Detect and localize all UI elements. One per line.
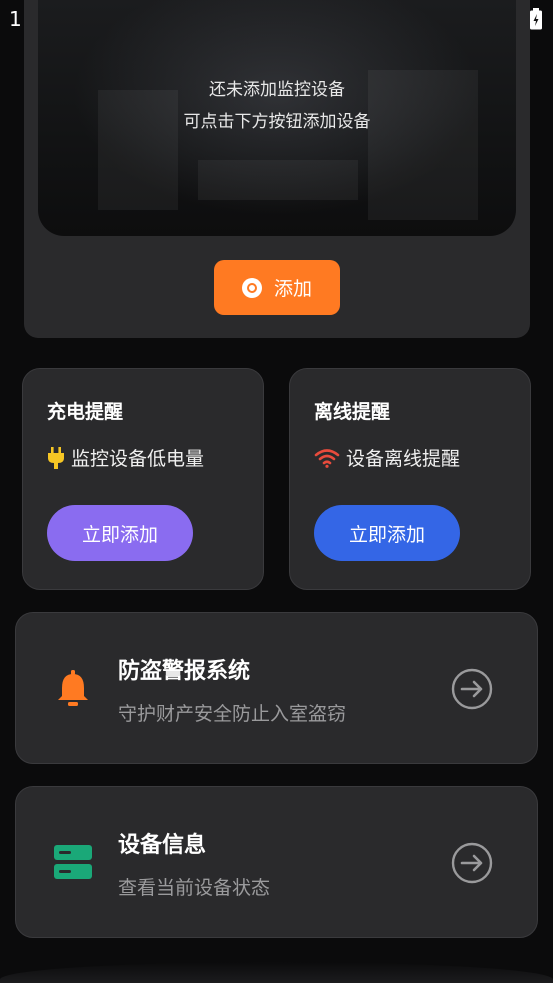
empty-message-line2: 可点击下方按钮添加设备: [183, 112, 371, 132]
feature-title: 设备信息: [118, 833, 207, 858]
offline-add-button[interactable]: 立即添加: [314, 505, 460, 561]
bell-icon: [58, 670, 88, 706]
anti-theft-alarm-row[interactable]: 防盗警报系统 守护财产安全防止入室盗窃: [15, 612, 538, 764]
bottom-nav-edge: [0, 962, 553, 983]
wifi-off-icon: [314, 448, 340, 468]
feature-title: 防盗警报系统: [118, 659, 251, 684]
reminder-title: 充电提醒: [47, 401, 124, 423]
reminder-desc-text: 设备离线提醒: [346, 448, 461, 470]
monitor-preview: 还未添加监控设备 可点击下方按钮添加设备: [38, 0, 516, 236]
add-button-label: 添加: [273, 278, 312, 300]
battery-icon: [530, 8, 542, 30]
preview-shape: [198, 160, 358, 200]
empty-message-line1: 还未添加监控设备: [209, 80, 345, 100]
add-circle-icon: [241, 277, 262, 298]
charge-add-button[interactable]: 立即添加: [47, 505, 193, 561]
server-icon: [54, 845, 92, 879]
monitor-card: 还未添加监控设备 可点击下方按钮添加设备 添加: [24, 0, 530, 338]
feature-subtitle: 守护财产安全防止入室盗窃: [118, 703, 347, 725]
offline-reminder-card: 离线提醒 设备离线提醒 立即添加: [289, 368, 531, 590]
button-label: 立即添加: [348, 523, 425, 546]
feature-subtitle: 查看当前设备状态: [118, 877, 271, 899]
device-info-row[interactable]: 设备信息 查看当前设备状态: [15, 786, 538, 938]
arrow-right-icon[interactable]: [451, 842, 493, 884]
reminder-desc-text: 监控设备低电量: [71, 448, 205, 470]
reminder-desc: 监控设备低电量: [47, 444, 204, 471]
app-screen: 1:51 还未添加监控设备 可点击下方按钮添加设备: [0, 0, 553, 983]
button-label: 立即添加: [81, 523, 158, 546]
plug-icon: [48, 446, 64, 469]
add-device-button[interactable]: 添加: [214, 260, 340, 315]
arrow-right-icon[interactable]: [451, 668, 493, 710]
charge-reminder-card: 充电提醒 监控设备低电量 立即添加: [22, 368, 264, 590]
reminder-title: 离线提醒: [314, 401, 391, 423]
reminder-desc: 设备离线提醒: [314, 444, 460, 471]
